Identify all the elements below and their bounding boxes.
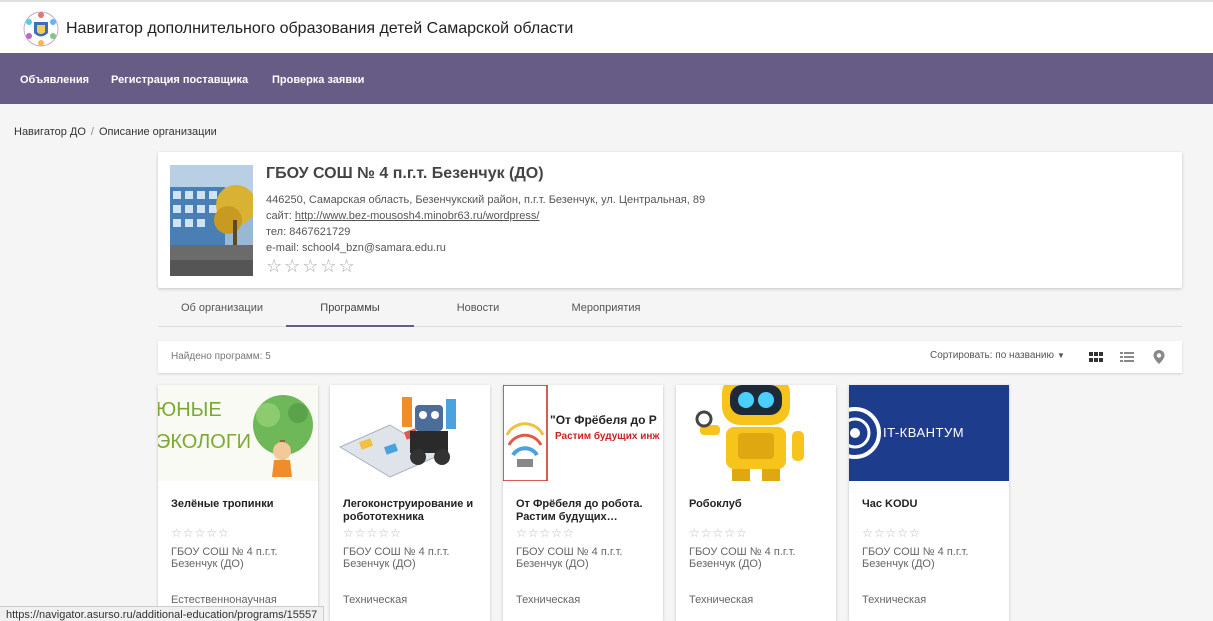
logo-icon[interactable] — [22, 10, 60, 48]
nav-item-provider-registration[interactable]: Регистрация поставщика — [111, 74, 248, 86]
program-rating-stars: ☆☆☆☆☆ — [516, 526, 575, 540]
grid-icon[interactable] — [1088, 349, 1104, 365]
organization-card: ГБОУ СОШ № 4 п.г.т. Безенчук (ДО) 446250… — [158, 152, 1182, 288]
program-title[interactable]: От Фрёбеля до робота. Растим будущих… — [516, 498, 656, 524]
program-title[interactable]: Легоконструирование и робототехника — [343, 498, 483, 524]
program-image-text-line2: ЭКОЛОГИ — [158, 431, 252, 453]
program-rating-stars: ☆☆☆☆☆ — [343, 526, 402, 540]
organization-phone: тел: 8467621729 — [266, 226, 351, 238]
program-category: Техническая — [862, 594, 927, 606]
organization-name: ГБОУ СОШ № 4 п.г.т. Безенчук (ДО) — [266, 165, 544, 182]
breadcrumb: Навигатор ДО / Описание организации — [14, 126, 217, 138]
program-image — [676, 385, 836, 481]
found-count: Найдено программ: 5 — [171, 351, 271, 362]
site-header: Навигатор дополнительного образования де… — [0, 0, 1213, 53]
program-card-roboclub[interactable]: Робоклуб ☆☆☆☆☆ ГБОУ СОШ № 4 п.г.т. Безен… — [676, 385, 836, 621]
program-rating-stars: ☆☆☆☆☆ — [862, 526, 921, 540]
browser-status-url: https://navigator.asurso.ru/additional-e… — [0, 606, 325, 621]
organization-site-label: сайт: — [266, 210, 292, 222]
program-image-text-line1: "От Фрёбеля до Р — [550, 413, 657, 427]
program-category: Техническая — [343, 594, 408, 606]
tab-events[interactable]: Мероприятия — [542, 290, 670, 327]
breadcrumb-home[interactable]: Навигатор ДО — [14, 126, 86, 138]
program-image: "От Фрёбеля до Р Растим будущих инж — [503, 385, 663, 481]
site-title[interactable]: Навигатор дополнительного образования де… — [66, 20, 573, 38]
program-image-text-line1: IT-КВАНТУМ — [883, 425, 965, 440]
organization-site-link[interactable]: http://www.bez-mousosh4.minobr63.ru/word… — [295, 210, 540, 222]
organization-address: 446250, Самарская область, Безенчукский … — [266, 194, 706, 206]
program-image-text-line1: ЮНЫЕ — [158, 399, 222, 421]
organization-tabs: Об организации Программы Новости Меропри… — [158, 290, 1182, 327]
nav-item-announcements[interactable]: Объявления — [20, 74, 89, 86]
program-organization: ГБОУ СОШ № 4 п.г.т. Безенчук (ДО) — [862, 546, 969, 570]
sort-dropdown[interactable]: Сортировать: по названию ▼ — [930, 350, 1065, 361]
program-image — [330, 385, 490, 481]
breadcrumb-separator: / — [90, 126, 94, 138]
program-title[interactable]: Робоклуб — [689, 498, 829, 511]
tab-news[interactable]: Новости — [414, 290, 542, 327]
organization-photo — [170, 165, 253, 276]
program-organization: ГБОУ СОШ № 4 п.г.т. Безенчук (ДО) — [516, 546, 623, 570]
program-category: Естественнонаучная — [171, 594, 277, 606]
organization-rating-stars[interactable]: ☆☆☆☆☆ — [266, 256, 357, 277]
tab-about[interactable]: Об организации — [158, 290, 286, 327]
program-category: Техническая — [689, 594, 754, 606]
organization-email: e-mail: school4_bzn@samara.edu.ru — [266, 242, 446, 254]
sort-label: Сортировать: по названию — [930, 350, 1054, 361]
program-card-kodu-hour[interactable]: IT-КВАНТУМ Час KODU ☆☆☆☆☆ ГБОУ СОШ № 4 п… — [849, 385, 1009, 621]
program-organization: ГБОУ СОШ № 4 п.г.т. Безенчук (ДО) — [689, 546, 796, 570]
program-organization: ГБОУ СОШ № 4 п.г.т. Безенчук (ДО) — [171, 546, 278, 570]
map-pin-icon[interactable] — [1151, 349, 1167, 365]
nav-item-application-check[interactable]: Проверка заявки — [272, 74, 364, 86]
program-card-frobel-robot[interactable]: "От Фрёбеля до Р Растим будущих инж От Ф… — [503, 385, 663, 621]
program-card-lego-robotics[interactable]: Легоконструирование и робототехника ☆☆☆☆… — [330, 385, 490, 621]
program-rating-stars: ☆☆☆☆☆ — [171, 526, 230, 540]
tab-programs[interactable]: Программы — [286, 290, 414, 327]
program-card-green-paths[interactable]: ЮНЫЕ ЭКОЛОГИ Зелёные тропинки ☆☆☆☆☆ ГБОУ… — [158, 385, 318, 621]
program-organization: ГБОУ СОШ № 4 п.г.т. Безенчук (ДО) — [343, 546, 450, 570]
breadcrumb-current: Описание организации — [98, 126, 217, 138]
programs-filter-bar: Найдено программ: 5 Сортировать: по назв… — [158, 341, 1182, 373]
program-title[interactable]: Зелёные тропинки — [171, 498, 311, 511]
program-image: ЮНЫЕ ЭКОЛОГИ — [158, 385, 318, 481]
program-rating-stars: ☆☆☆☆☆ — [689, 526, 748, 540]
organization-site: сайт: http://www.bez-mousosh4.minobr63.r… — [266, 210, 539, 222]
program-category: Техническая — [516, 594, 581, 606]
program-title[interactable]: Час KODU — [862, 498, 1002, 511]
main-nav: Объявления Регистрация поставщика Провер… — [0, 53, 1213, 104]
list-icon[interactable] — [1119, 349, 1135, 365]
program-image: IT-КВАНТУМ — [849, 385, 1009, 481]
caret-down-icon: ▼ — [1056, 351, 1065, 360]
program-image-text-line2: Растим будущих инж — [555, 431, 660, 442]
